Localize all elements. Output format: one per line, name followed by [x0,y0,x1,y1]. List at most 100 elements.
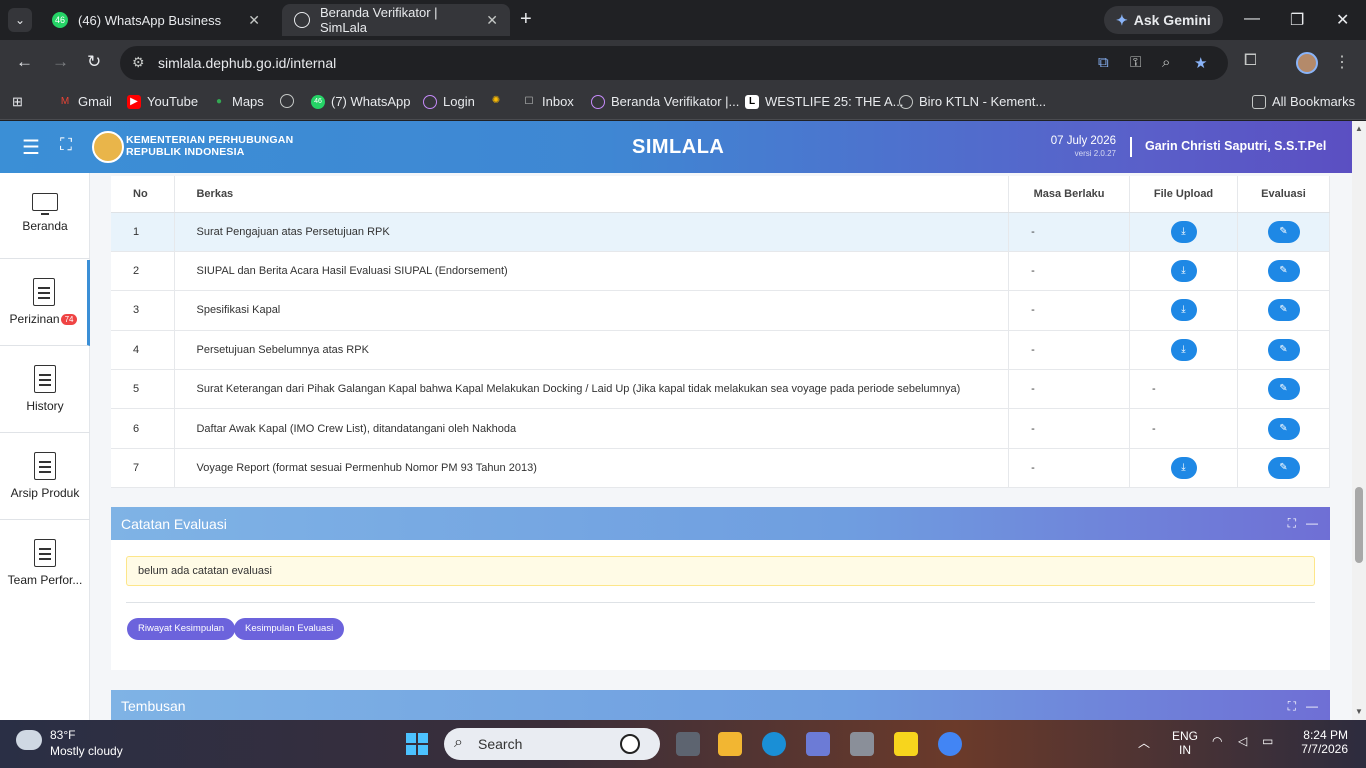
collapse-panel-icon[interactable]: — [1306,516,1318,530]
tab-whatsapp-business[interactable]: 46 (46) WhatsApp Business ✕ [40,4,272,36]
edit-evaluation-icon[interactable]: ✎ [1267,260,1300,283]
back-icon[interactable]: ← [16,52,33,72]
edit-evaluation-icon[interactable]: ✎ [1267,457,1300,480]
scroll-down-icon[interactable]: ▼ [1355,707,1363,716]
new-tab-icon[interactable]: + [520,8,532,31]
bookmark-westlife[interactable]: L WESTLIFE 25: THE A... [745,94,903,109]
password-key-icon[interactable]: ⚿ [1130,54,1141,71]
cell-evaluasi: ✎ [1237,290,1330,331]
table-row: 7 Voyage Report (format sesuai Permenhub … [111,448,1330,489]
fullscreen-icon[interactable]: ⛶ [60,135,72,155]
minimize-icon[interactable]: — [1244,10,1260,28]
tab-search-chevron-icon[interactable]: ⌄ [8,8,32,32]
extensions-icon[interactable]: ⧠ [1244,52,1257,70]
bookmark-maps[interactable]: ● Maps [212,94,264,109]
maximize-icon[interactable]: ❐ [1290,10,1304,30]
sticky-notes-icon[interactable] [894,732,918,756]
task-view-icon[interactable] [676,732,700,756]
install-app-icon[interactable]: ⧉ [1098,54,1109,71]
wifi-icon[interactable]: ◠ [1212,734,1222,748]
login-icon [423,94,437,109]
edge-icon[interactable] [762,732,786,756]
inbox-icon: ☐ [524,95,534,107]
show-hidden-icons-icon[interactable]: ︿ [1138,734,1150,751]
globe-icon [280,94,294,108]
windows-start-icon[interactable] [406,733,428,755]
maximize-panel-icon[interactable]: ⛶ [1288,516,1296,531]
browser-toolbar: ← → ↻ ⚙ simlala.dephub.go.id/internal ⧉ … [0,40,1366,86]
perizinan-count-badge: 74 [60,314,78,326]
kesimpulan-evaluasi-button[interactable]: Kesimpulan Evaluasi [234,618,345,640]
pinwheel-icon: ✺ [491,95,501,106]
bookmark-gmail[interactable]: M Gmail [58,94,112,109]
profile-avatar[interactable] [1296,52,1318,74]
edit-evaluation-icon[interactable]: ✎ [1267,220,1300,243]
ministry-logo [92,131,124,163]
page-scrollbar[interactable]: ▲ ▼ [1352,121,1366,720]
cell-no: 1 [111,212,176,252]
bookmark-whatsapp[interactable]: 46 (7) WhatsApp [311,94,410,109]
apps-grid-icon[interactable]: ⊞ [12,94,23,110]
site-info-icon[interactable]: ⚙ [132,54,145,71]
download-icon[interactable]: ⤓ [1170,260,1197,283]
cell-berkas: Voyage Report (format sesuai Permenhub N… [174,448,1010,489]
forward-icon[interactable]: → [52,52,69,72]
all-bookmarks[interactable]: All Bookmarks [1252,94,1355,109]
download-icon[interactable]: ⤓ [1170,457,1197,480]
sidebar-item-team-performance[interactable]: Team Perfor... [0,521,90,607]
app-icon[interactable] [806,732,830,756]
maximize-panel-icon[interactable]: ⛶ [1288,699,1296,714]
volume-icon[interactable]: ◁ [1238,734,1247,748]
scroll-up-icon[interactable]: ▲ [1355,124,1363,133]
hamburger-menu-icon[interactable]: ☰ [22,135,40,160]
bookmark-youtube[interactable]: ▶ YouTube [127,94,198,109]
close-tab-icon[interactable]: ✕ [486,12,498,29]
bookmark-login[interactable]: Login [423,94,475,109]
close-tab-icon[interactable]: ✕ [248,12,260,29]
sidebar-item-perizinan[interactable]: Perizinan 74 [0,260,90,346]
sidebar-item-beranda[interactable]: Beranda [0,173,90,259]
chrome-icon[interactable] [938,732,962,756]
cell-masa-berlaku: - [1008,369,1131,410]
language-indicator[interactable]: ENG IN [1172,729,1198,757]
cell-no: 2 [111,251,176,292]
bookmark-beranda[interactable]: Beranda Verifikator |... [591,94,739,109]
sidebar: Beranda Perizinan 74 History Arsip Produk… [0,173,90,720]
taskbar-clock[interactable]: 8:24 PM 7/7/2026 [1278,728,1348,756]
cell-masa-berlaku: - [1008,408,1131,449]
user-name[interactable]: Garin Christi Saputri, S.S.T.Pel [1145,139,1326,153]
taskbar-search[interactable]: ⌕ Search [444,728,660,760]
file-explorer-icon[interactable] [718,732,742,756]
scrollbar-thumb[interactable] [1355,487,1363,563]
bookmark-photos[interactable]: ✺ [489,94,509,108]
ask-gemini-button[interactable]: ✦ Ask Gemini [1104,6,1223,34]
bookmark-star-icon[interactable]: ★ [1194,54,1207,72]
sidebar-item-arsip-produk[interactable]: Arsip Produk [0,434,90,520]
battery-icon[interactable]: ▭ [1262,734,1273,748]
letterboxd-icon: L [745,94,759,109]
bookmark-inbox[interactable]: ☐ Inbox [522,94,574,109]
bookmark-globe[interactable] [280,94,300,108]
download-icon[interactable]: ⤓ [1170,338,1197,361]
download-icon[interactable]: ⤓ [1170,220,1197,243]
download-icon[interactable]: ⤓ [1170,299,1197,322]
tab-simlala[interactable]: Beranda Verifikator | SimLala ✕ [282,4,510,36]
cell-evaluasi: ✎ [1237,251,1330,292]
riwayat-kesimpulan-button[interactable]: Riwayat Kesimpulan [127,618,236,640]
zoom-icon[interactable]: ⌕ [1162,54,1170,71]
edit-evaluation-icon[interactable]: ✎ [1267,299,1300,322]
windows-taskbar: 83°F Mostly cloudy ⌕ Search ︿ ENG IN ◠ ◁ … [0,720,1366,768]
bookmark-biro-ktln[interactable]: Biro KTLN - Kement... [899,94,1046,109]
menu-kebab-icon[interactable]: ⋮ [1334,52,1350,72]
address-bar[interactable]: ⚙ simlala.dephub.go.id/internal ⧉ ⚿ ⌕ ★ [120,46,1228,80]
cell-file-upload: - [1129,408,1238,449]
edit-evaluation-icon[interactable]: ✎ [1267,417,1300,440]
cell-file-upload: ⤓ [1129,251,1238,292]
edit-evaluation-icon[interactable]: ✎ [1267,378,1300,401]
reload-icon[interactable]: ↻ [87,52,101,72]
camera-icon[interactable] [850,732,874,756]
close-window-icon[interactable]: ✕ [1336,10,1349,30]
edit-evaluation-icon[interactable]: ✎ [1267,338,1300,361]
collapse-panel-icon[interactable]: — [1306,699,1318,713]
sidebar-item-history[interactable]: History [0,347,90,433]
